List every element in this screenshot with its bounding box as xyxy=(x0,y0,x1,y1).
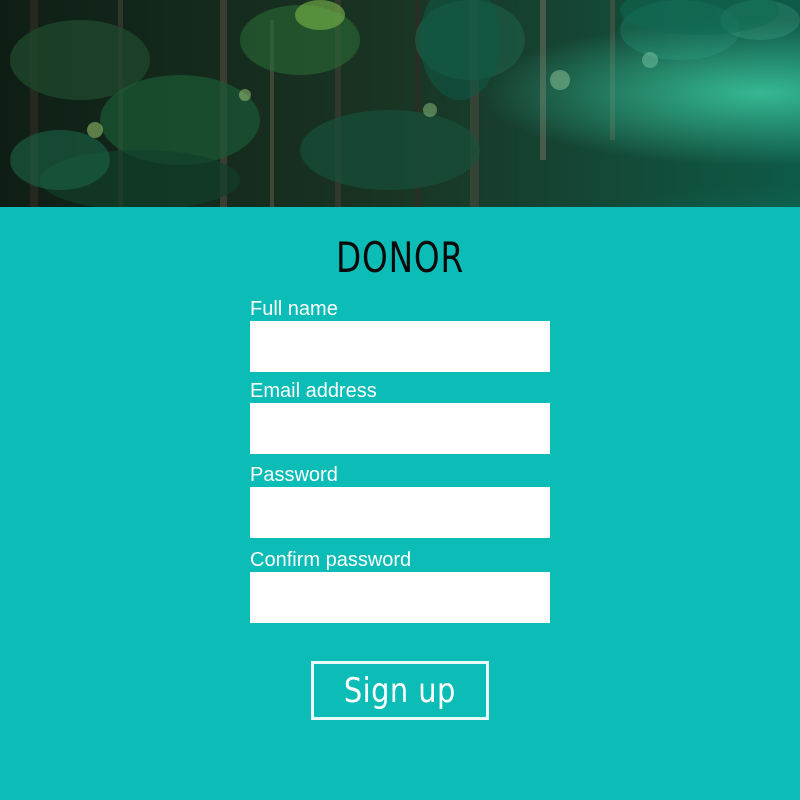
full-name-group: Full name xyxy=(250,297,550,372)
jungle-hero-image xyxy=(0,0,800,207)
confirm-password-input[interactable] xyxy=(250,572,550,623)
full-name-label: Full name xyxy=(250,298,338,320)
password-group: Password xyxy=(250,463,550,538)
confirm-password-label: Confirm password xyxy=(250,549,412,571)
email-label: Email address xyxy=(250,380,377,402)
email-input[interactable] xyxy=(250,403,550,454)
sign-up-button[interactable]: Sign up xyxy=(311,661,489,720)
signup-panel: DONOR Full name Email address Password C… xyxy=(0,207,800,800)
email-group: Email address xyxy=(250,379,550,454)
page-title: DONOR xyxy=(336,233,464,282)
password-label: Password xyxy=(250,464,338,486)
full-name-input[interactable] xyxy=(250,321,550,372)
password-input[interactable] xyxy=(250,487,550,538)
confirm-password-group: Confirm password xyxy=(250,548,550,623)
donor-signup-page: DONOR Full name Email address Password C… xyxy=(0,0,800,800)
sign-up-button-label: Sign up xyxy=(344,670,456,711)
